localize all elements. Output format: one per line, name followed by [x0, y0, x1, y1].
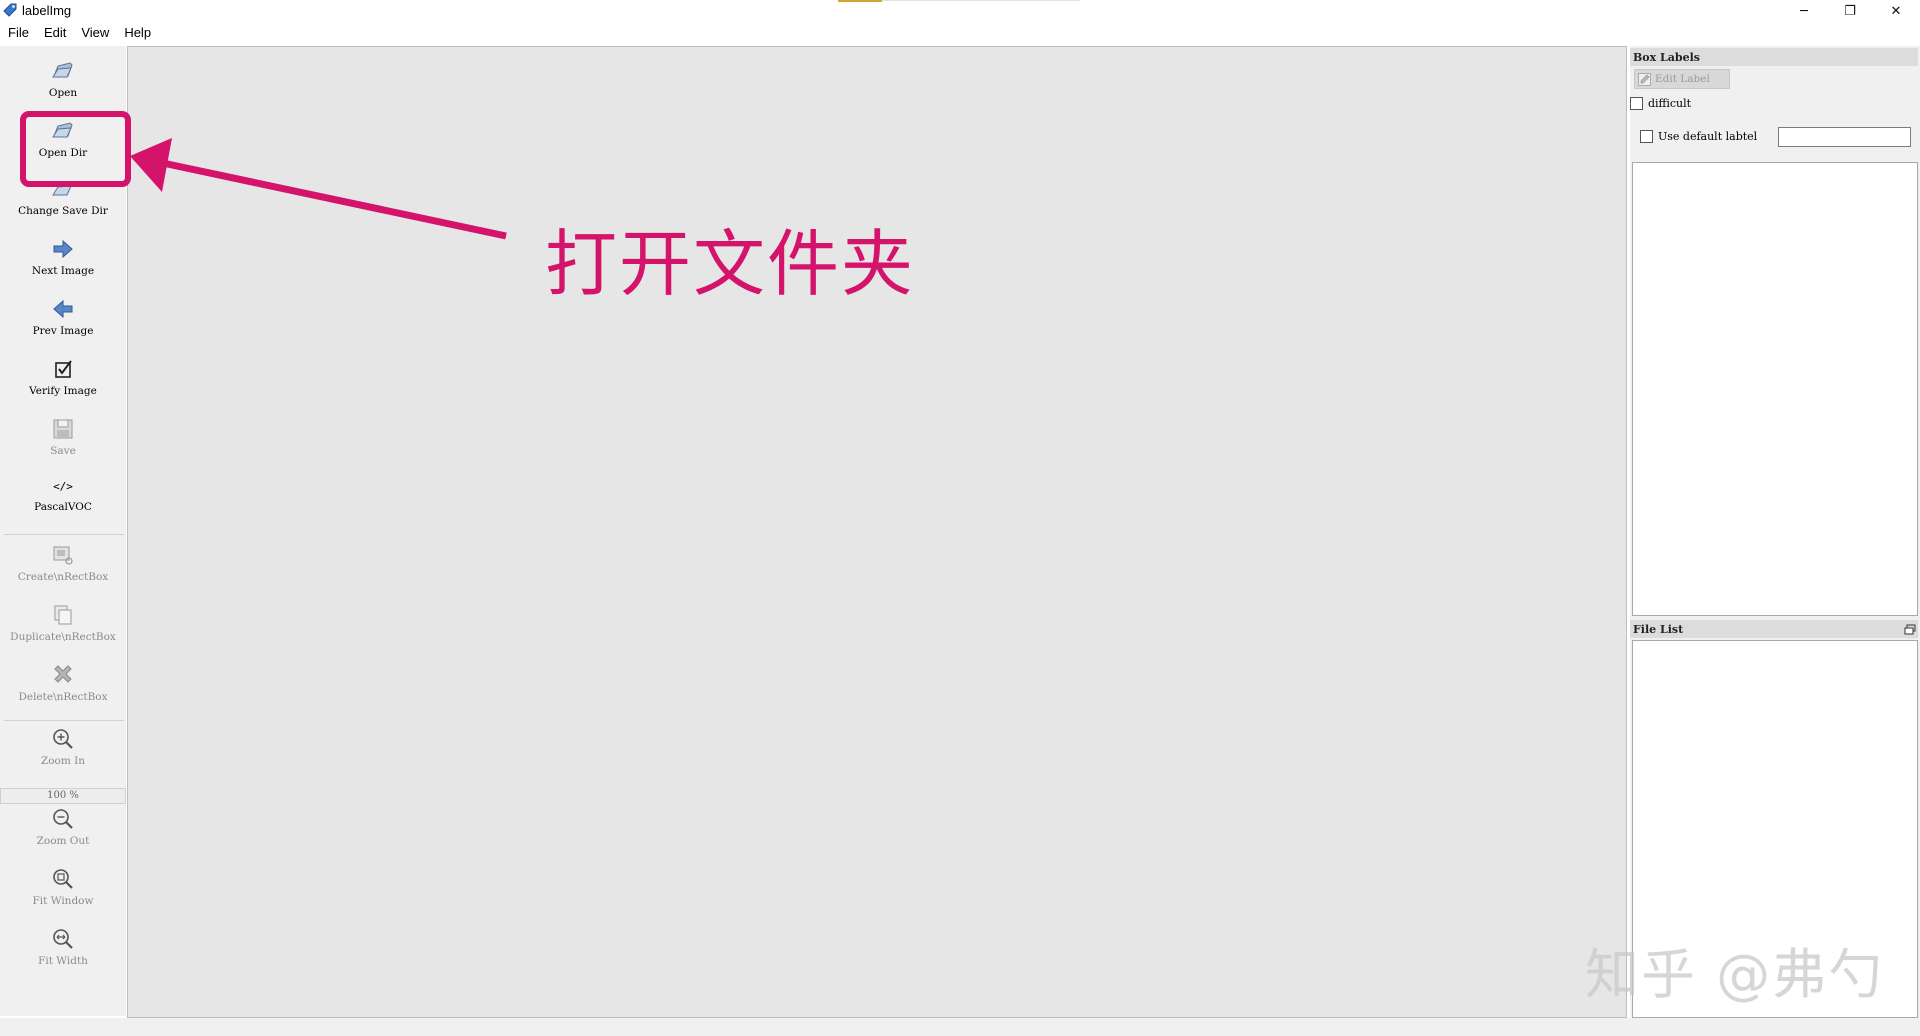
- restore-button[interactable]: ❐: [1827, 0, 1873, 22]
- delete-rectbox-label: Delete\nRectBox: [18, 691, 108, 703]
- box-labels-title: Box Labels: [1630, 48, 1918, 66]
- save-label: Save: [50, 445, 76, 457]
- window-title: labelImg: [22, 3, 72, 18]
- close-button[interactable]: ✕: [1873, 0, 1919, 22]
- duplicate-icon: [54, 605, 72, 625]
- zoom-level-spinbox[interactable]: 100 %: [0, 788, 126, 804]
- prev-image-label: Prev Image: [32, 325, 94, 337]
- verify-image-label: Verify Image: [29, 385, 97, 397]
- fit-width-label: Fit Width: [38, 955, 88, 967]
- title-accent-line: [882, 0, 1080, 1]
- save-disk-icon: [53, 419, 73, 439]
- difficult-label: difficult: [1648, 97, 1692, 110]
- fit-width-button[interactable]: Fit Width: [0, 926, 126, 967]
- toolbar-separator: [4, 534, 124, 535]
- edit-pencil-icon: [1638, 72, 1651, 86]
- save-button[interactable]: Save: [0, 416, 126, 457]
- delete-rectbox-button[interactable]: Delete\nRectBox: [0, 662, 126, 703]
- undock-float-icon[interactable]: [1904, 624, 1916, 636]
- minimize-button[interactable]: ─: [1781, 0, 1827, 22]
- next-image-label: Next Image: [31, 265, 95, 277]
- zoom-in-label: Zoom In: [40, 755, 86, 767]
- use-default-label-checkbox[interactable]: [1640, 130, 1653, 143]
- fit-width-icon: [53, 929, 73, 949]
- prev-image-button[interactable]: Prev Image: [0, 296, 126, 337]
- duplicate-rectbox-label: Duplicate\nRectBox: [10, 631, 116, 643]
- format-button[interactable]: </> PascalVOC: [0, 480, 126, 513]
- arrow-right-icon: [53, 239, 73, 259]
- annotation-text: 打开文件夹: [545, 222, 916, 306]
- verify-image-button[interactable]: Verify Image: [0, 356, 126, 397]
- watermark-text: 知乎 @弗勺: [1585, 943, 1885, 1006]
- zoom-out-icon: [53, 809, 73, 829]
- checkbox-check-icon: [55, 360, 72, 378]
- create-rectbox-button[interactable]: Create\nRectBox: [0, 542, 126, 583]
- change-save-dir-label: Change Save Dir: [18, 205, 108, 217]
- open-label: Open: [48, 87, 78, 99]
- highlight-box-open-dir: [20, 111, 131, 187]
- title-bar: labelImg ─ ❐ ✕: [0, 0, 1920, 22]
- fit-window-button[interactable]: Fit Window: [0, 866, 126, 907]
- edit-label-text: Edit Label: [1655, 73, 1710, 85]
- menu-help[interactable]: Help: [116, 22, 158, 44]
- delete-x-icon: [54, 665, 72, 683]
- open-folder-icon: [52, 62, 73, 78]
- difficult-checkbox[interactable]: [1630, 97, 1643, 110]
- use-default-label-label: Use default labtel: [1658, 130, 1758, 143]
- status-bar: [0, 1018, 1920, 1036]
- edit-label-button[interactable]: Edit Label: [1634, 69, 1730, 89]
- menu-file[interactable]: File: [0, 22, 36, 44]
- format-label: PascalVOC: [34, 501, 92, 513]
- create-rectbox-icon: [53, 546, 73, 565]
- create-rectbox-label: Create\nRectBox: [17, 571, 109, 583]
- zoom-in-icon: [53, 729, 73, 749]
- tool-bar: Open Open Dir Change Save Dir Next Image…: [0, 46, 126, 1016]
- label-list[interactable]: [1632, 162, 1918, 616]
- code-tag-icon: </>: [53, 480, 73, 493]
- zoom-out-button[interactable]: Zoom Out: [0, 806, 126, 847]
- duplicate-rectbox-button[interactable]: Duplicate\nRectBox: [0, 602, 126, 643]
- menu-edit[interactable]: Edit: [36, 22, 73, 44]
- zoom-out-label: Zoom Out: [36, 835, 90, 847]
- default-label-input[interactable]: [1778, 127, 1911, 147]
- app-logo-icon: [3, 3, 17, 17]
- arrow-left-icon: [53, 299, 73, 319]
- menu-bar: File Edit View Help: [0, 22, 1920, 44]
- zoom-in-button[interactable]: Zoom In: [0, 726, 126, 767]
- image-canvas[interactable]: [127, 46, 1627, 1018]
- next-image-button[interactable]: Next Image: [0, 236, 126, 277]
- fit-window-label: Fit Window: [32, 895, 94, 907]
- file-list-title: File List: [1630, 620, 1918, 638]
- fit-window-icon: [53, 869, 73, 889]
- menu-view[interactable]: View: [73, 22, 116, 44]
- title-accent-bar: [838, 0, 882, 2]
- toolbar-separator: [4, 720, 124, 721]
- open-button[interactable]: Open: [0, 58, 126, 99]
